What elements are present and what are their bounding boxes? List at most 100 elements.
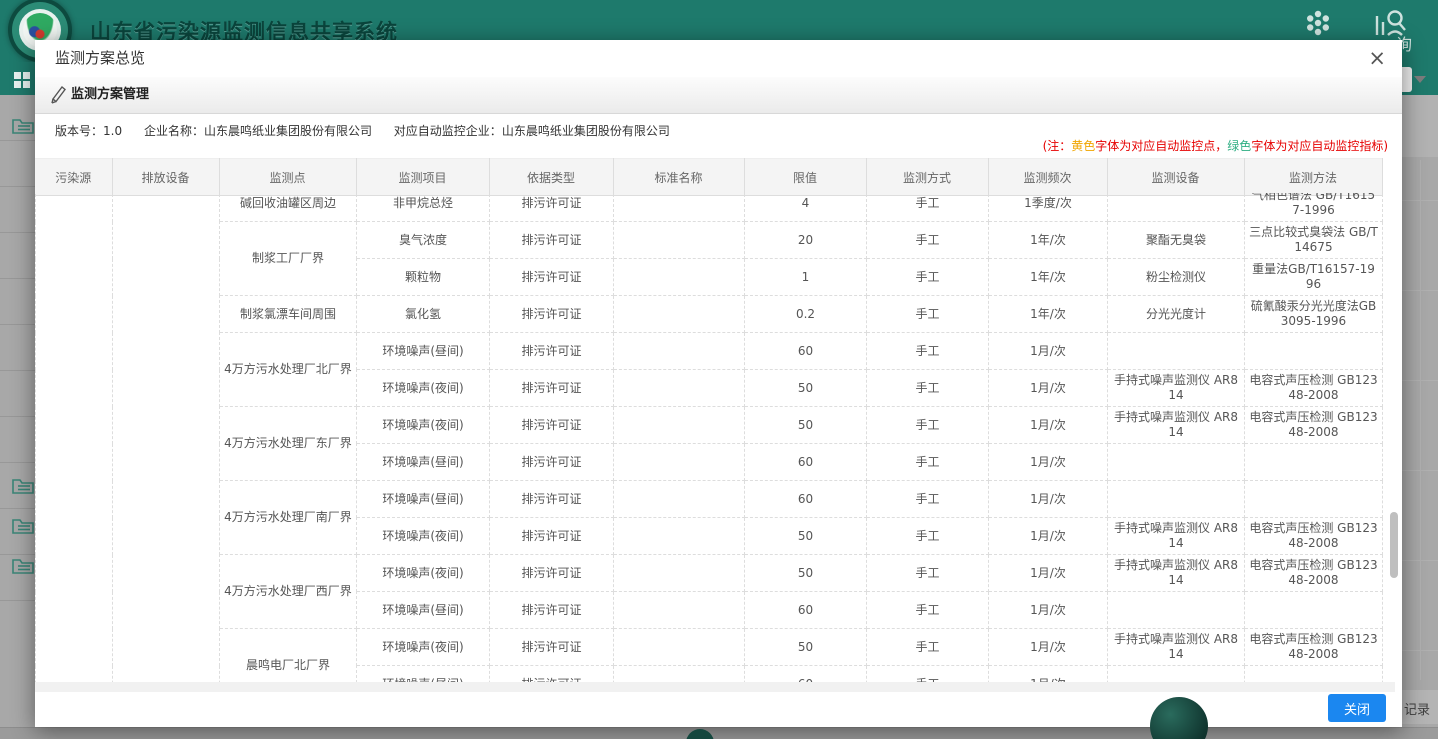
table-cell-device: 手持式噪声监测仪 AR814 <box>1108 518 1245 555</box>
table-cell-freq: 1年/次 <box>989 296 1108 333</box>
table-cell-mode: 手工 <box>867 193 989 222</box>
table-cell-device: 分光光度计 <box>1108 296 1245 333</box>
apps-grid-icon[interactable] <box>1303 8 1333 38</box>
column-header: 监测方法 <box>1244 159 1382 196</box>
table-cell-standard <box>614 296 745 333</box>
divider <box>0 186 35 187</box>
page-footer-bar <box>0 727 1438 739</box>
table-cell-item: 环境噪声(夜间) <box>357 629 490 666</box>
table-cell-standard <box>614 592 745 629</box>
close-icon[interactable]: × <box>1368 46 1386 70</box>
table-cell-mode: 手工 <box>867 370 989 407</box>
divider <box>0 278 35 279</box>
plan-info-text: 版本号：1.0 企业名称：山东晨鸣纸业集团股份有限公司 对应自动监控企业：山东晨… <box>55 122 670 139</box>
table-cell-standard <box>614 193 745 222</box>
monitor-point-cell: 制浆氯漂车间周围 <box>220 296 357 333</box>
table-cell-freq: 1月/次 <box>989 444 1108 481</box>
column-header: 监测方式 <box>866 159 988 196</box>
background-grid-line <box>1402 380 1438 381</box>
table-cell-item: 颗粒物 <box>357 259 490 296</box>
table-cell-limit: 0.2 <box>745 296 867 333</box>
table-cell-freq: 1月/次 <box>989 629 1108 666</box>
vertical-scrollbar-thumb[interactable] <box>1390 512 1398 578</box>
column-header: 监测点 <box>219 159 356 196</box>
table-cell-device <box>1108 592 1245 629</box>
divider <box>0 554 35 555</box>
table-cell-limit: 50 <box>745 518 867 555</box>
table-cell-standard <box>614 444 745 481</box>
modal-title: 监测方案总览 <box>55 40 145 77</box>
folder-doc-icon[interactable] <box>12 116 34 134</box>
table-cell-mode: 手工 <box>867 444 989 481</box>
table-cell-basis: 排污许可证 <box>490 370 614 407</box>
table-cell-device: 粉尘检测仪 <box>1108 259 1245 296</box>
table-cell-device: 聚酯无臭袋 <box>1108 222 1245 259</box>
table-cell-method: 三点比较式臭袋法 GB/T14675 <box>1245 222 1383 259</box>
table-row: 4万方污水处理厂东厂界环境噪声(夜间)排污许可证50手工1月/次手持式噪声监测仪… <box>36 407 1383 444</box>
dropdown-caret-icon[interactable] <box>1414 76 1426 83</box>
table-cell-method: 电容式声压检测 GB12348-2008 <box>1245 555 1383 592</box>
table-cell-basis: 排污许可证 <box>490 666 614 683</box>
table-cell-limit: 20 <box>745 222 867 259</box>
background-grid-line <box>1402 470 1438 471</box>
column-header: 限值 <box>744 159 866 196</box>
table-cell-mode: 手工 <box>867 296 989 333</box>
table-cell-freq: 1季度/次 <box>989 193 1108 222</box>
table-cell-mode: 手工 <box>867 666 989 683</box>
table-cell-freq: 1月/次 <box>989 333 1108 370</box>
table-cell-basis: 排污许可证 <box>490 296 614 333</box>
background-grid-line <box>1402 560 1438 561</box>
color-legend-note: (注：黄色字体为对应自动监控点，绿色字体为对应自动监控指标) <box>1043 137 1388 154</box>
plan-table-header: 污染源排放设备监测点监测项目依据类型标准名称限值监测方式监测频次监测设备监测方法 <box>35 158 1383 196</box>
table-cell-limit: 50 <box>745 555 867 592</box>
table-cell-mode: 手工 <box>867 222 989 259</box>
table-cell-limit: 50 <box>745 370 867 407</box>
table-cell-freq: 1月/次 <box>989 481 1108 518</box>
folder-doc-icon[interactable] <box>12 516 34 534</box>
background-grid-line <box>1402 290 1438 291</box>
table-cell-device: 手持式噪声监测仪 AR814 <box>1108 555 1245 592</box>
table-cell-method: 电容式声压检测 GB12348-2008 <box>1245 518 1383 555</box>
monitor-point-cell: 4万方污水处理厂东厂界 <box>220 407 357 481</box>
table-cell-item: 环境噪声(夜间) <box>357 370 490 407</box>
divider <box>0 232 35 233</box>
pen-icon <box>49 85 66 104</box>
table-cell-freq: 1月/次 <box>989 518 1108 555</box>
table-cell-basis: 排污许可证 <box>490 222 614 259</box>
column-header: 标准名称 <box>613 159 744 196</box>
table-cell-standard <box>614 481 745 518</box>
column-header: 监测频次 <box>988 159 1107 196</box>
table-header-row: 污染源排放设备监测点监测项目依据类型标准名称限值监测方式监测频次监测设备监测方法 <box>35 159 1382 196</box>
table-cell-basis: 排污许可证 <box>490 193 614 222</box>
horizontal-scrollbar-track[interactable] <box>35 682 1395 692</box>
section-title: 监测方案管理 <box>71 77 149 113</box>
folder-doc-icon[interactable] <box>12 556 34 574</box>
table-cell-basis: 排污许可证 <box>490 592 614 629</box>
table-cell-basis: 排污许可证 <box>490 629 614 666</box>
background-grid-line <box>1402 650 1438 651</box>
table-cell-freq: 1月/次 <box>989 666 1108 683</box>
table-cell-mode: 手工 <box>867 481 989 518</box>
table-cell-standard <box>614 222 745 259</box>
table-cell-device <box>1108 193 1245 222</box>
folder-doc-icon[interactable] <box>12 476 34 494</box>
table-cell-limit: 50 <box>745 629 867 666</box>
table-cell-item: 环境噪声(昼间) <box>357 481 490 518</box>
table-cell-method: 硫氰酸汞分光光度法GB3095-1996 <box>1245 296 1383 333</box>
table-row: 制浆氯漂车间周围氯化氢排污许可证0.2手工1年/次分光光度计硫氰酸汞分光光度法G… <box>36 296 1383 333</box>
column-header: 污染源 <box>35 159 112 196</box>
table-cell-item: 环境噪声(夜间) <box>357 555 490 592</box>
table-row: 晨鸣电厂北厂界环境噪声(夜间)排污许可证50手工1月/次手持式噪声监测仪 AR8… <box>36 629 1383 666</box>
plan-table-body[interactable]: 碱回收油罐区周边非甲烷总烃排污许可证4手工1季度/次气相色谱法 GB/T1615… <box>35 193 1395 682</box>
plan-info-row: 版本号：1.0 企业名称：山东晨鸣纸业集团股份有限公司 对应自动监控企业：山东晨… <box>35 113 1402 158</box>
screen: 山东省污染源监测信息共享系统 询 <box>0 0 1438 739</box>
table-cell-item: 环境噪声(昼间) <box>357 592 490 629</box>
table-cell-standard <box>614 629 745 666</box>
close-button[interactable]: 关闭 <box>1328 694 1386 722</box>
table-cell-limit: 4 <box>745 193 867 222</box>
table-cell-mode: 手工 <box>867 407 989 444</box>
monitor-point-cell: 4万方污水处理厂西厂界 <box>220 555 357 629</box>
menu-grid-icon[interactable] <box>14 72 30 88</box>
table-cell-device: 手持式噪声监测仪 AR814 <box>1108 407 1245 444</box>
table-cell-item: 非甲烷总烃 <box>357 193 490 222</box>
